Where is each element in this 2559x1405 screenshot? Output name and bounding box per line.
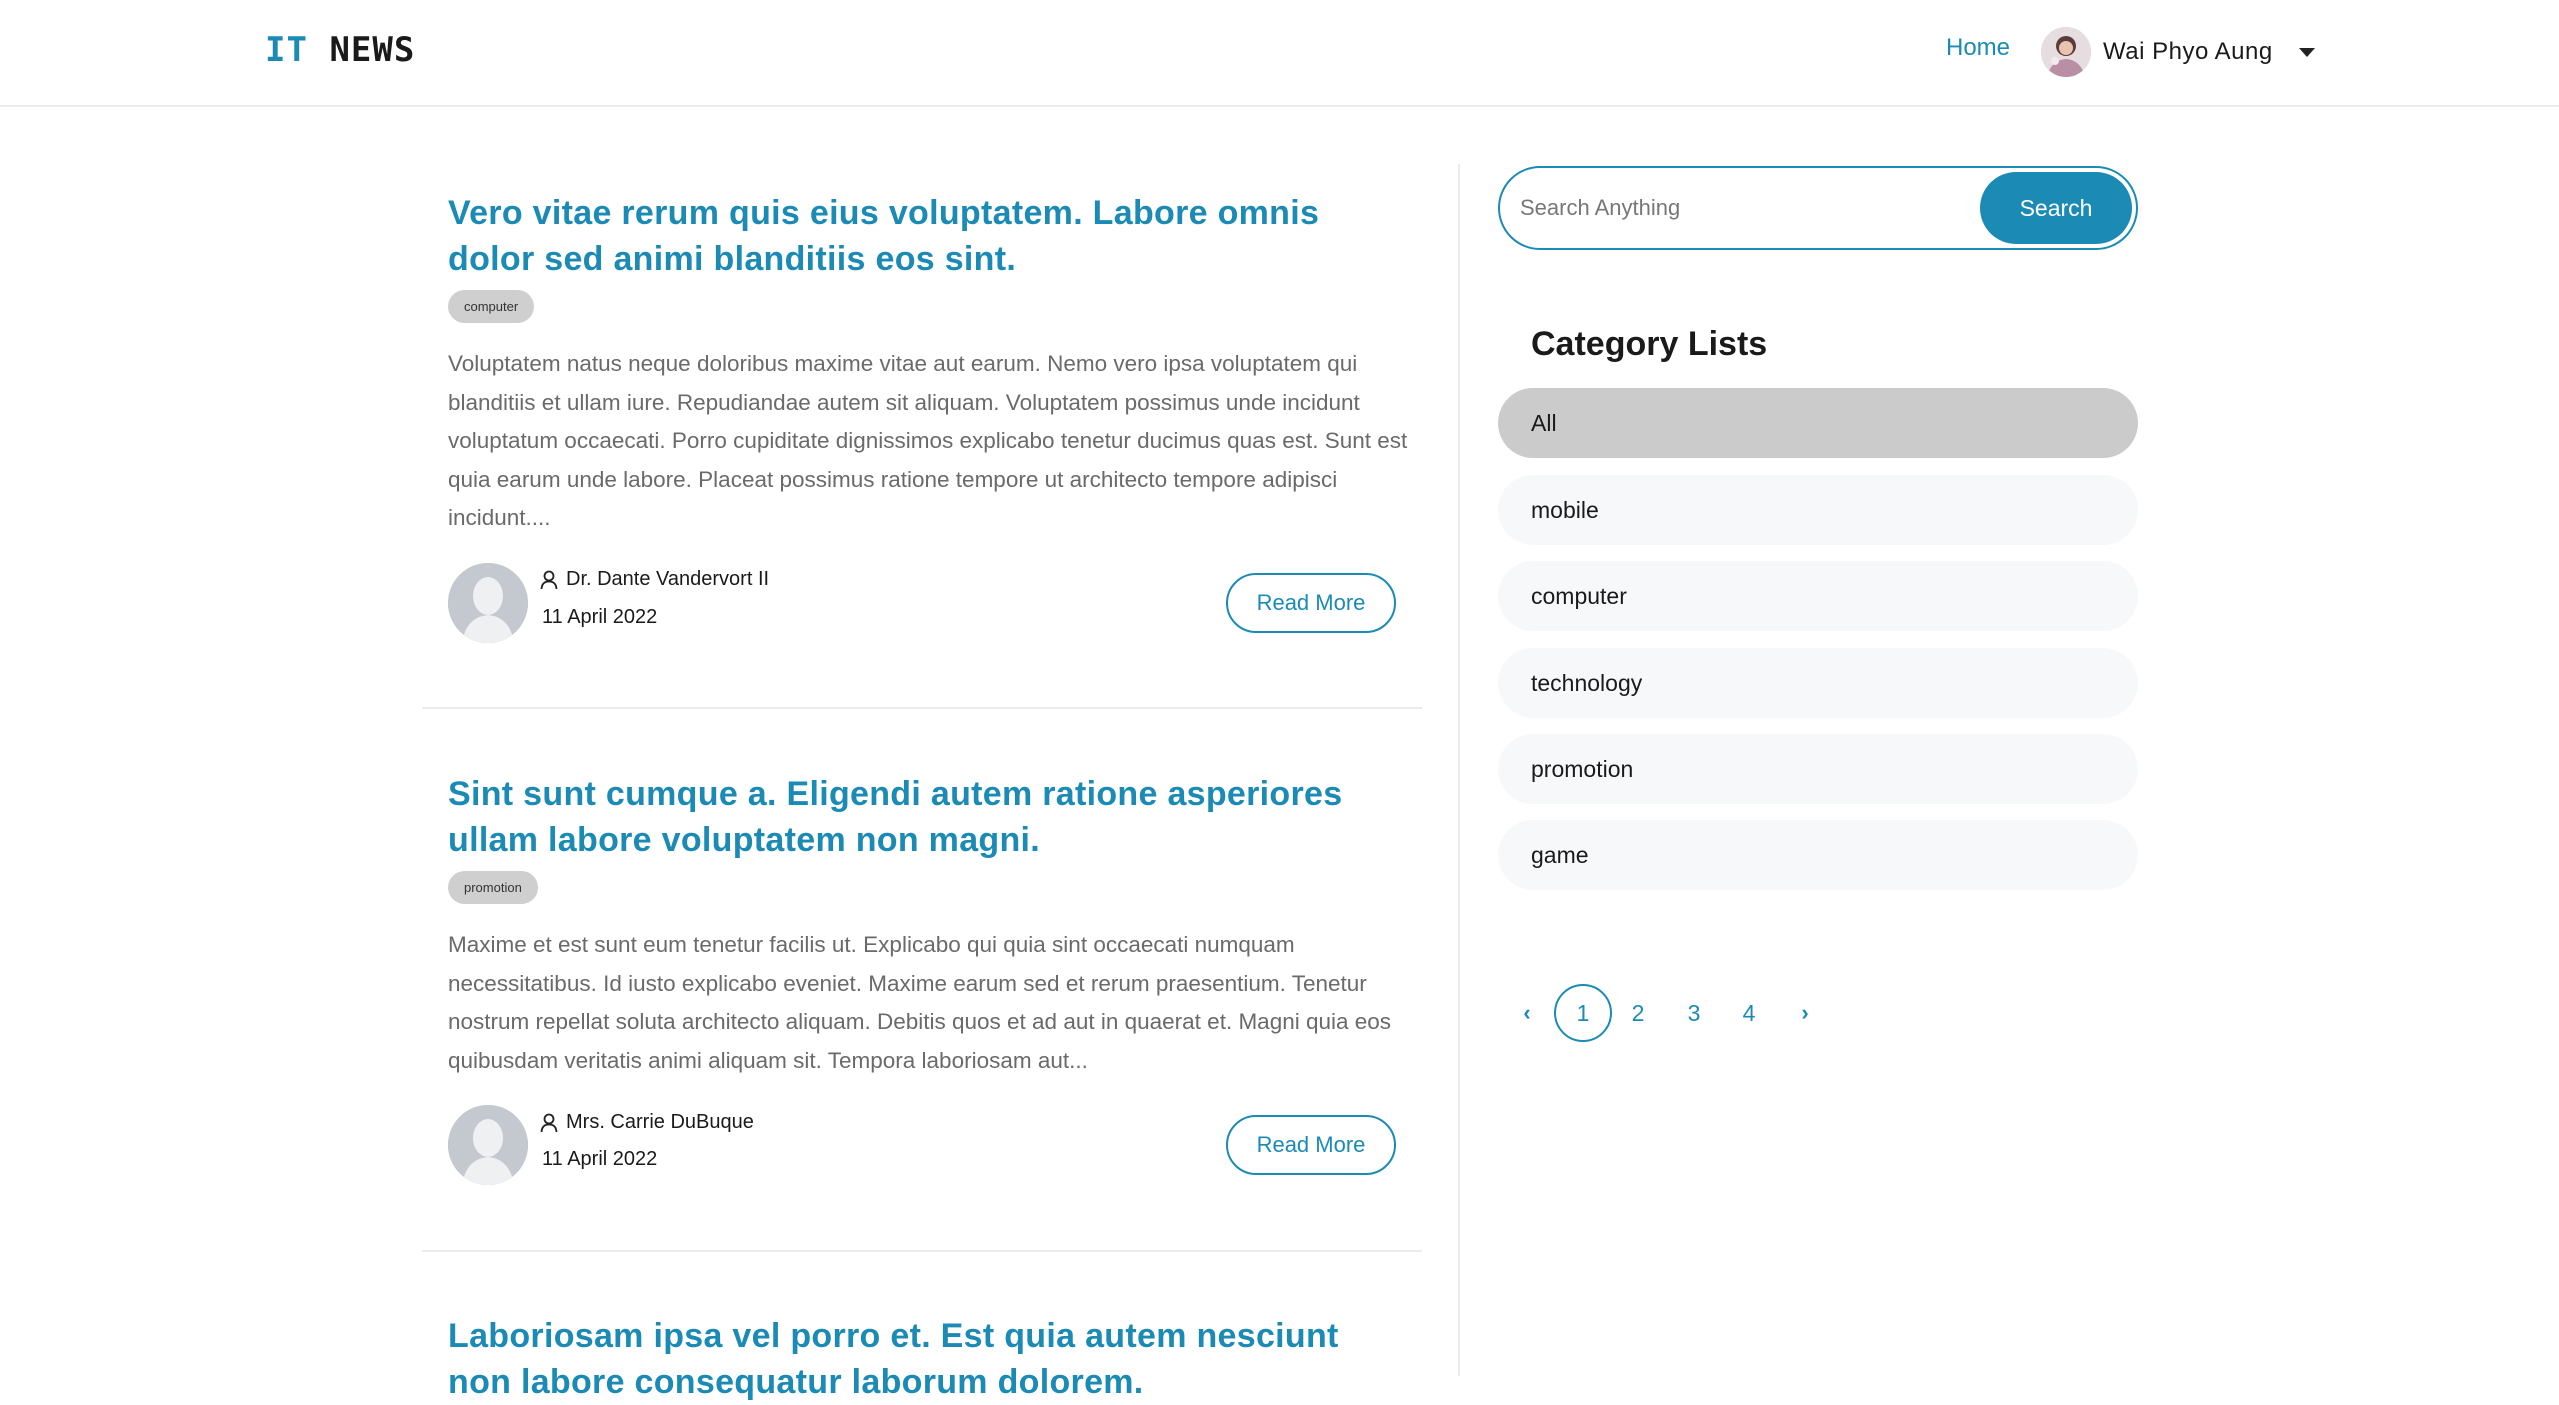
- category-item-game[interactable]: game: [1498, 820, 2138, 890]
- post-title-link[interactable]: Vero vitae rerum quis eius voluptatem. L…: [448, 190, 1408, 282]
- post-separator: [422, 707, 1422, 709]
- category-list-title: Category Lists: [1531, 325, 1768, 363]
- category-item-all[interactable]: All: [1498, 388, 2138, 458]
- post-author-name: Dr. Dante Vandervort II: [566, 568, 770, 590]
- brand-logo[interactable]: IT NEWS: [265, 30, 415, 70]
- user-menu-toggle[interactable]: Wai Phyo Aung: [2041, 27, 2315, 77]
- post-date: 11 April 2022: [542, 1148, 658, 1170]
- category-item-promotion[interactable]: promotion: [1498, 734, 2138, 804]
- post-author: Dr. Dante Vandervort II: [540, 568, 769, 591]
- post-title-link[interactable]: Laboriosam ipsa vel porro et. Est quia a…: [448, 1313, 1408, 1405]
- user-name: Wai Phyo Aung: [2103, 38, 2273, 65]
- navbar: IT NEWS Home Wai Phyo Aung: [0, 0, 2559, 107]
- category-item-technology[interactable]: technology: [1498, 648, 2138, 718]
- pagination-prev[interactable]: ‹: [1498, 984, 1556, 1042]
- pagination-next[interactable]: ›: [1776, 984, 1834, 1042]
- category-item-computer[interactable]: computer: [1498, 561, 2138, 631]
- default-avatar-icon: [448, 1105, 528, 1185]
- post-separator: [422, 1250, 1422, 1252]
- default-avatar-icon: [448, 563, 528, 643]
- post-date: 11 April 2022: [542, 606, 658, 628]
- pagination-page-4[interactable]: 4: [1720, 984, 1778, 1042]
- user-icon: [540, 1113, 558, 1132]
- user-avatar: [2041, 27, 2091, 77]
- pagination-page-1[interactable]: 1: [1554, 984, 1612, 1042]
- brand-logo-part-news: NEWS: [329, 30, 416, 70]
- search-form: Search: [1498, 166, 2138, 250]
- post-category-badge[interactable]: promotion: [448, 871, 538, 904]
- search-button[interactable]: Search: [1980, 172, 2132, 244]
- column-divider: [1458, 164, 1460, 1376]
- caret-down-icon: [2298, 47, 2315, 57]
- post-excerpt: Voluptatem natus neque doloribus maxime …: [448, 351, 1408, 530]
- post-author: Mrs. Carrie DuBuque: [540, 1111, 754, 1134]
- search-input[interactable]: [1520, 182, 1960, 234]
- nav-home-link[interactable]: Home: [1946, 34, 2010, 62]
- pagination-page-2[interactable]: 2: [1609, 984, 1667, 1042]
- read-more-button[interactable]: Read More: [1226, 1115, 1396, 1175]
- post-title-link[interactable]: Sint sunt cumque a. Eligendi autem ratio…: [448, 771, 1408, 863]
- category-item-mobile[interactable]: mobile: [1498, 475, 2138, 545]
- pagination-page-3[interactable]: 3: [1665, 984, 1723, 1042]
- read-more-button[interactable]: Read More: [1226, 573, 1396, 633]
- post-excerpt: Maxime et est sunt eum tenetur facilis u…: [448, 932, 1392, 1073]
- post-author-name: Mrs. Carrie DuBuque: [566, 1111, 754, 1133]
- post-category-badge[interactable]: computer: [448, 290, 535, 323]
- user-icon: [540, 570, 558, 589]
- brand-logo-part-it: IT: [265, 30, 308, 70]
